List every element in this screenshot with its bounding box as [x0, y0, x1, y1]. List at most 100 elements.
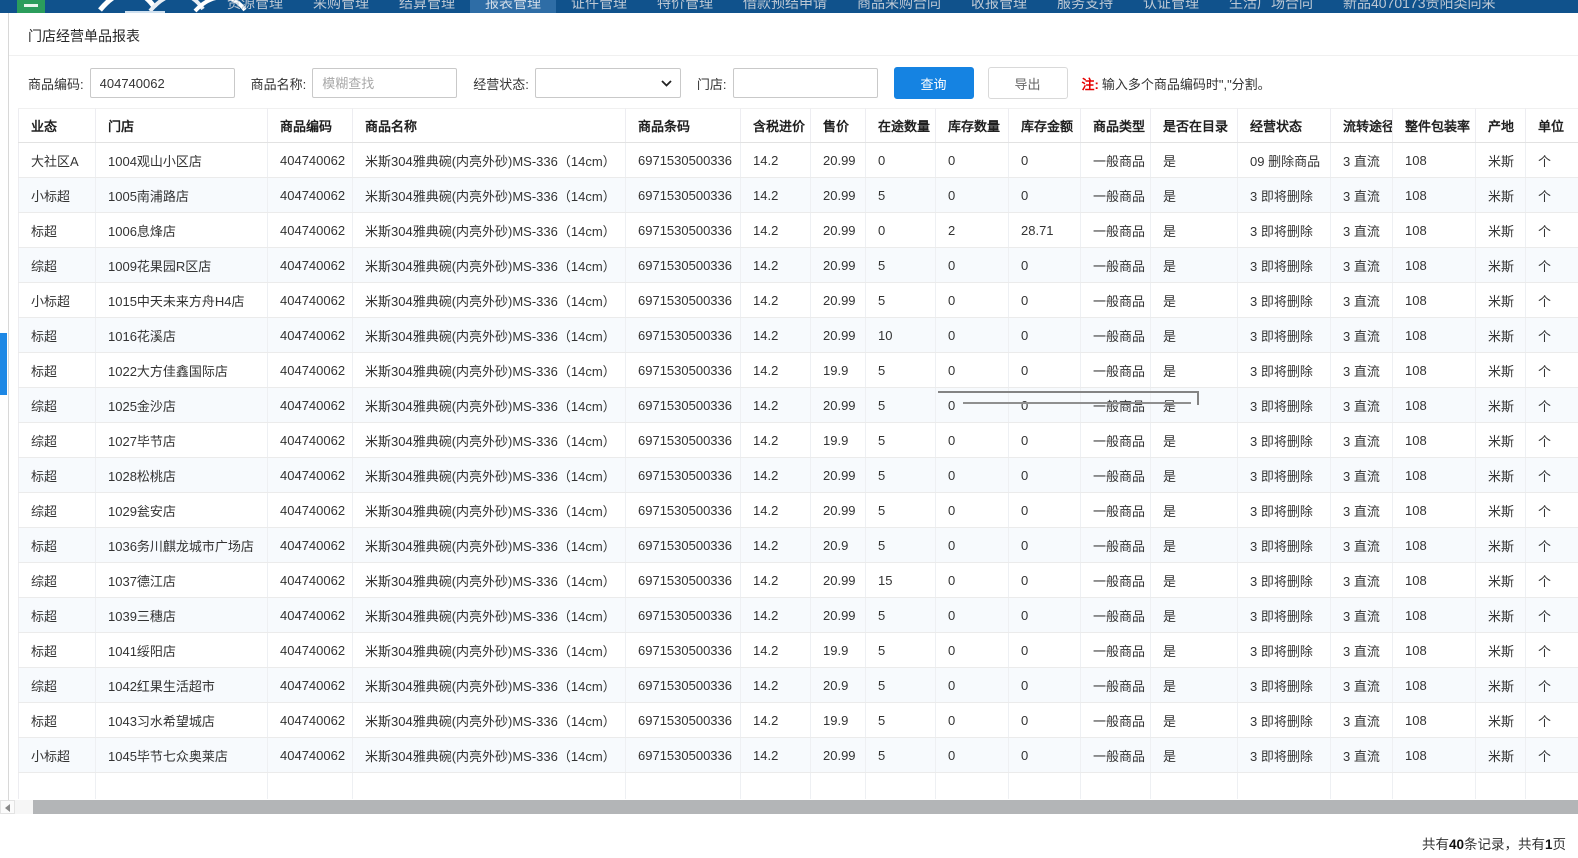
- table-cell: 个: [1526, 563, 1578, 598]
- table-row[interactable]: 大社区A1004观山小区店404740062米斯304雅典碗(内亮外砂)MS-3…: [19, 143, 1578, 178]
- nav-item-9[interactable]: 收报管理: [956, 0, 1042, 13]
- table-cell: 是: [1151, 493, 1238, 528]
- table-cell: 0: [1009, 283, 1081, 318]
- table-cell: 米斯: [1476, 283, 1526, 318]
- table-row[interactable]: 标超1043习水希望城店404740062米斯304雅典碗(内亮外砂)MS-33…: [19, 703, 1578, 738]
- table-cell: 一般商品: [1081, 458, 1151, 493]
- status-select[interactable]: [535, 68, 681, 98]
- table-cell: 1004观山小区店: [96, 143, 268, 178]
- table-cell: 0: [1009, 458, 1081, 493]
- table-row[interactable]: 标超1022大方佳鑫国际店404740062米斯304雅典碗(内亮外砂)MS-3…: [19, 353, 1578, 388]
- scroll-left-button[interactable]: [0, 800, 15, 814]
- table-cell: 米斯304雅典碗(内亮外砂)MS-336（14cm）: [353, 178, 626, 213]
- table-row[interactable]: 标超1028松桃店404740062米斯304雅典碗(内亮外砂)MS-336（1…: [19, 458, 1578, 493]
- table-cell: 0: [1009, 703, 1081, 738]
- table-row[interactable]: 标超1041绥阳店404740062米斯304雅典碗(内亮外砂)MS-336（1…: [19, 633, 1578, 668]
- table-cell: 个: [1526, 528, 1578, 563]
- table-cell: 6971530500336: [626, 143, 741, 178]
- table-row-partial[interactable]: [19, 773, 1578, 800]
- record-count: 40: [1449, 837, 1464, 852]
- table-cell: 20.9: [811, 528, 866, 563]
- table-cell: 6971530500336: [626, 528, 741, 563]
- table-cell: [19, 773, 96, 800]
- table-row[interactable]: 综超1027毕节店404740062米斯304雅典碗(内亮外砂)MS-336（1…: [19, 423, 1578, 458]
- table-row[interactable]: 综超1025金沙店404740062米斯304雅典碗(内亮外砂)MS-336（1…: [19, 388, 1578, 423]
- nav-item-7[interactable]: 借款预结申请: [728, 0, 842, 13]
- table-cell: 米斯: [1476, 458, 1526, 493]
- table-cell: 404740062: [268, 563, 353, 598]
- table-cell: 6971530500336: [626, 423, 741, 458]
- table-cell: 108: [1393, 178, 1476, 213]
- table-cell: 108: [1393, 248, 1476, 283]
- horizontal-scrollbar[interactable]: [0, 800, 1578, 814]
- table-cell: 14.2: [741, 598, 811, 633]
- table-cell: 108: [1393, 598, 1476, 633]
- table-cell: 6971530500336: [626, 388, 741, 423]
- table-cell: 0: [936, 703, 1009, 738]
- table-cell: 标超: [19, 528, 96, 563]
- nav-items: 资源管理采购管理结算管理报表管理证件管理特价管理借款预结申请商品采购合同收报管理…: [212, 0, 1578, 13]
- table-row[interactable]: 综超1029瓮安店404740062米斯304雅典碗(内亮外砂)MS-336（1…: [19, 493, 1578, 528]
- table-cell: 大社区A: [19, 143, 96, 178]
- column-header: 经营状态: [1238, 109, 1331, 143]
- table-cell: 是: [1151, 598, 1238, 633]
- sidebar-collapsed-handle[interactable]: [0, 333, 7, 395]
- nav-item-12[interactable]: 生活广场合同: [1214, 0, 1328, 13]
- nav-item-1[interactable]: 资源管理: [212, 0, 298, 13]
- table-cell: 3 直流: [1331, 283, 1393, 318]
- table-row[interactable]: 标超1016花溪店404740062米斯304雅典碗(内亮外砂)MS-336（1…: [19, 318, 1578, 353]
- table-cell: 0: [936, 563, 1009, 598]
- table-cell: 米斯304雅典碗(内亮外砂)MS-336（14cm）: [353, 248, 626, 283]
- menu-toggle-button[interactable]: [17, 0, 45, 13]
- nav-item-6[interactable]: 特价管理: [642, 0, 728, 13]
- table-cell: 0: [936, 143, 1009, 178]
- table-cell: 综超: [19, 563, 96, 598]
- query-button[interactable]: 查询: [894, 67, 974, 99]
- column-header: 含税进价: [741, 109, 811, 143]
- table-cell: 108: [1393, 318, 1476, 353]
- table-cell: 一般商品: [1081, 633, 1151, 668]
- table-row[interactable]: 标超1036务川麒龙城市广场店404740062米斯304雅典碗(内亮外砂)MS…: [19, 528, 1578, 563]
- store-input[interactable]: [733, 68, 878, 98]
- table-cell: 108: [1393, 738, 1476, 773]
- table-cell: 20.99: [811, 178, 866, 213]
- table-cell: 108: [1393, 528, 1476, 563]
- table-cell: 米斯: [1476, 353, 1526, 388]
- nav-item-13[interactable]: 新品4070173贵阳类同采: [1328, 0, 1511, 13]
- render-artifact-line: [963, 402, 1191, 404]
- nav-item-4[interactable]: 报表管理: [470, 0, 556, 13]
- table-row[interactable]: 标超1039三穗店404740062米斯304雅典碗(内亮外砂)MS-336（1…: [19, 598, 1578, 633]
- table-row[interactable]: 综超1037德江店404740062米斯304雅典碗(内亮外砂)MS-336（1…: [19, 563, 1578, 598]
- nav-item-2[interactable]: 采购管理: [298, 0, 384, 13]
- table-cell: 2: [936, 213, 1009, 248]
- horizontal-scrollbar-thumb[interactable]: [33, 800, 1578, 814]
- table-cell: 是: [1151, 213, 1238, 248]
- table-cell: 20.99: [811, 458, 866, 493]
- table-row[interactable]: 标超1006息烽店404740062米斯304雅典碗(内亮外砂)MS-336（1…: [19, 213, 1578, 248]
- table-row[interactable]: 小标超1015中天未来方舟H4店404740062米斯304雅典碗(内亮外砂)M…: [19, 283, 1578, 318]
- table-cell: 是: [1151, 668, 1238, 703]
- table-cell: 0: [936, 353, 1009, 388]
- nav-item-8[interactable]: 商品采购合同: [842, 0, 956, 13]
- nav-item-3[interactable]: 结算管理: [384, 0, 470, 13]
- table-row[interactable]: 综超1042红果生活超市404740062米斯304雅典碗(内亮外砂)MS-33…: [19, 668, 1578, 703]
- table-cell: 综超: [19, 388, 96, 423]
- table-row[interactable]: 小标超1045毕节七众奥莱店404740062米斯304雅典碗(内亮外砂)MS-…: [19, 738, 1578, 773]
- nav-item-11[interactable]: 认证管理: [1128, 0, 1214, 13]
- table-cell: 14.2: [741, 493, 811, 528]
- product-name-input[interactable]: [312, 68, 457, 98]
- table-row[interactable]: 小标超1005南浦路店404740062米斯304雅典碗(内亮外砂)MS-336…: [19, 178, 1578, 213]
- table-cell: 米斯: [1476, 248, 1526, 283]
- export-button[interactable]: 导出: [988, 67, 1068, 99]
- table-cell: 一般商品: [1081, 353, 1151, 388]
- table-cell: 米斯304雅典碗(内亮外砂)MS-336（14cm）: [353, 213, 626, 248]
- table-cell: 5: [866, 388, 936, 423]
- table-cell: 404740062: [268, 353, 353, 388]
- nav-item-10[interactable]: 服务支持: [1042, 0, 1128, 13]
- table-cell: 19.9: [811, 353, 866, 388]
- table-row[interactable]: 综超1009花果园R区店404740062米斯304雅典碗(内亮外砂)MS-33…: [19, 248, 1578, 283]
- table-cell: 15: [866, 563, 936, 598]
- nav-item-5[interactable]: 证件管理: [556, 0, 642, 13]
- product-code-input[interactable]: [90, 68, 235, 98]
- table-cell: 3 即将删除: [1238, 458, 1331, 493]
